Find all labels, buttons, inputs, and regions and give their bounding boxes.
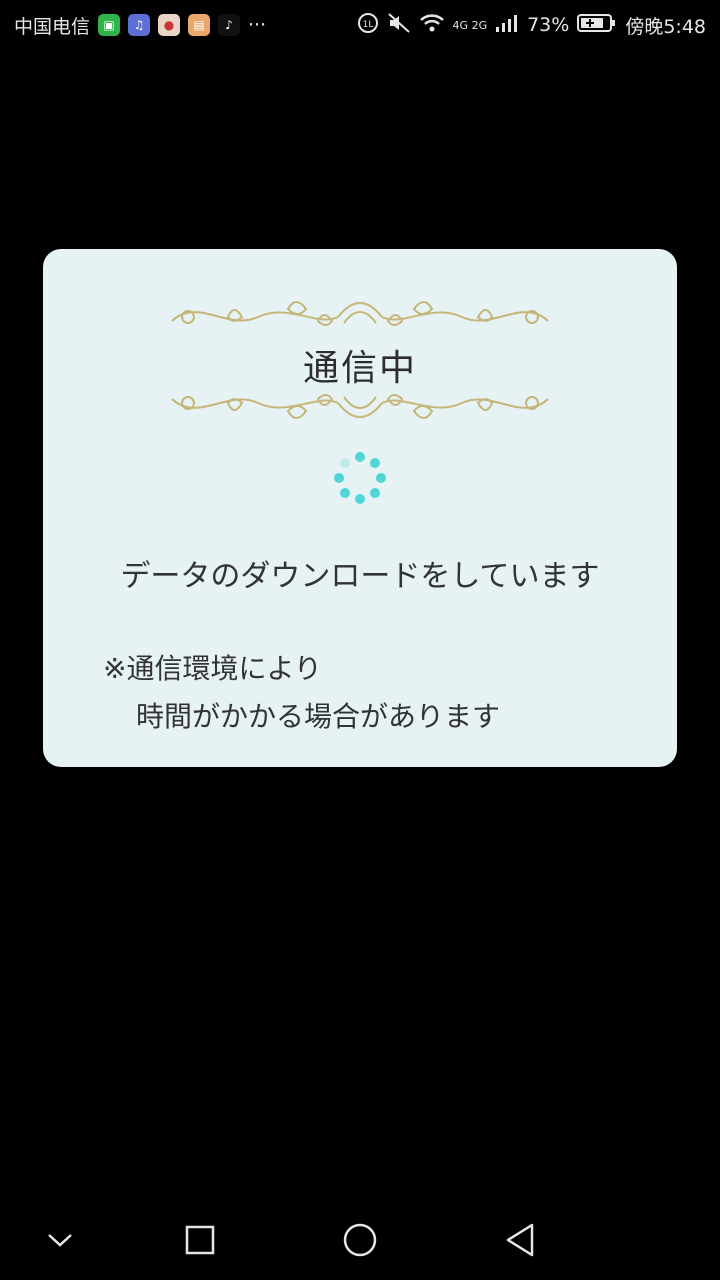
navigation-bar (0, 1200, 720, 1280)
collapse-icon[interactable] (40, 1220, 80, 1260)
network-type-label: 4G 2G (452, 18, 488, 32)
back-icon[interactable] (500, 1220, 540, 1260)
reader-icon: ▤ (188, 14, 211, 36)
home-icon[interactable] (340, 1220, 380, 1260)
svg-text:1L: 1L (362, 20, 373, 30)
tiktok-icon: ♪ (218, 14, 241, 36)
recent-apps-icon[interactable] (180, 1220, 220, 1260)
data-saver-icon: 1L (357, 12, 379, 39)
mute-icon (387, 12, 411, 39)
status-right: 1L 4G 2G 73% 傍晚5:48 (357, 12, 706, 39)
ornament-bottom-icon (171, 394, 549, 419)
more-notifications-indicator: ··· (248, 14, 267, 36)
download-message: データのダウンロードをしています (120, 559, 600, 594)
iqiyi-icon: ▣ (98, 14, 121, 36)
battery-percent-label: 73% (527, 14, 570, 36)
clock-label: 傍晚5:48 (625, 15, 706, 38)
map-icon: ● (158, 14, 181, 36)
signal-icon (495, 13, 519, 38)
battery-charging-icon (577, 13, 617, 38)
ornament-top-icon (171, 301, 549, 326)
status-left: 中国电信 ▣ ♫ ● ▤ ♪ ··· (14, 12, 266, 39)
carrier-label: 中国电信 (14, 15, 91, 38)
loading-spinner-icon (334, 452, 386, 504)
note-line-2: 時間がかかる場合があります (136, 700, 501, 733)
wifi-icon (419, 12, 445, 39)
music-icon: ♫ (128, 14, 151, 36)
note-line-1: ※通信環境により (103, 652, 322, 685)
loading-dialog: 通信中 データのダウンロードをしています ※通信環境により 時間がかかる場合があ… (43, 249, 677, 767)
status-bar: 中国电信 ▣ ♫ ● ▤ ♪ ··· 1L 4G 2G 73% 傍晚5:48 (0, 0, 720, 50)
